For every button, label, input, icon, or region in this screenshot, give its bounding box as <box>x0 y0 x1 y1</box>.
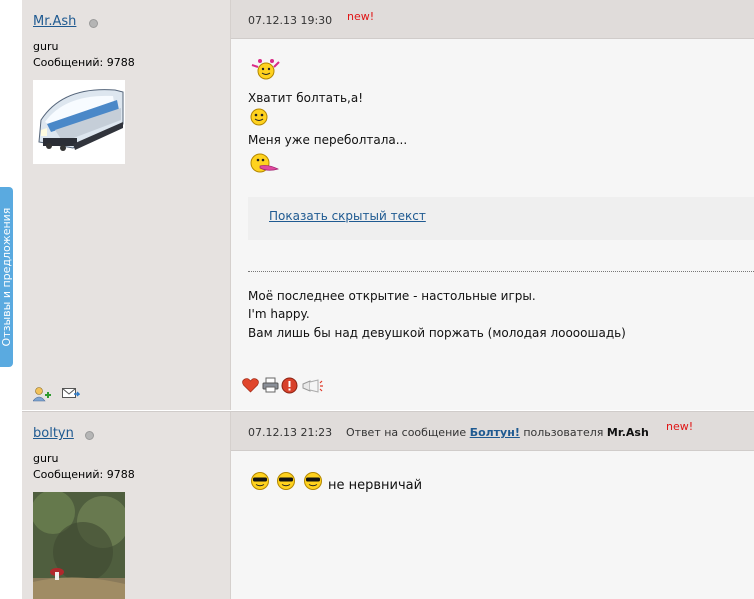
message-panel: 07.12.13 21:23 Ответ на сообщение Болтун… <box>231 412 754 599</box>
new-badge: new! <box>347 10 375 23</box>
quote-icon[interactable] <box>301 379 323 396</box>
dancing-smiley-icon <box>250 57 280 84</box>
report-icon[interactable] <box>281 377 298 397</box>
new-badge: new! <box>666 420 694 433</box>
reply-message-link[interactable]: Болтун! <box>470 426 520 439</box>
reply-prefix: Ответ на сообщение <box>346 426 467 439</box>
signature-line: Моё последнее открытие - настольные игры… <box>248 289 536 303</box>
feedback-tab-label: Отзывы и предложения <box>0 207 13 347</box>
message-header: 07.12.13 19:30 new! <box>231 0 754 39</box>
signature-divider <box>248 271 754 272</box>
reply-info: Ответ на сообщение Болтун! пользователя … <box>346 426 649 439</box>
post-text-line: Хватит болтать,а! <box>248 91 364 105</box>
author-name-link[interactable]: Mr.Ash <box>33 14 76 29</box>
author-rank: guru <box>33 40 59 53</box>
message-panel: 07.12.13 19:30 new! Хватит болтать,а! Ме… <box>231 0 754 410</box>
offline-status-icon <box>85 431 94 440</box>
author-panel: Mr.Ash guru Сообщений: 9788 <box>22 0 231 410</box>
post-1: Mr.Ash guru Сообщений: 9788 07.12.13 19:… <box>22 0 754 410</box>
tongue-smiley-icon <box>250 152 280 177</box>
signature-line: I'm happy. <box>248 307 310 321</box>
author-message-count: Сообщений: 9788 <box>33 468 135 481</box>
sunglasses-smiley-icon <box>250 471 270 494</box>
author-panel: boltyn guru Сообщений: 9788 <box>22 412 231 599</box>
sunglasses-smiley-icon <box>276 471 296 494</box>
message-header: 07.12.13 21:23 Ответ на сообщение Болтун… <box>231 412 754 451</box>
author-rank: guru <box>33 452 59 465</box>
sunglasses-smiley-icon <box>303 471 323 494</box>
reply-mid: пользователя <box>523 426 604 439</box>
reply-user: Mr.Ash <box>606 426 649 439</box>
post-date: 07.12.13 19:30 <box>248 14 333 27</box>
post-text-line: Меня уже переболтала... <box>248 133 408 147</box>
avatar <box>33 492 125 599</box>
author-name-link[interactable]: boltyn <box>33 426 74 441</box>
avatar <box>33 80 125 164</box>
send-message-icon[interactable] <box>62 386 81 404</box>
feedback-side-tab[interactable]: Отзывы и предложения <box>0 187 13 367</box>
signature-line: Вам лишь бы над девушкой поржать (молода… <box>248 326 626 340</box>
add-friend-icon[interactable] <box>32 386 51 405</box>
forum-thread: Mr.Ash guru Сообщений: 9788 07.12.13 19:… <box>22 0 754 599</box>
smiley-icon <box>250 108 268 129</box>
offline-status-icon <box>89 19 98 28</box>
show-hidden-text-link[interactable]: Показать скрытый текст <box>269 209 426 223</box>
post-2: boltyn guru Сообщений: 9788 07.12.13 21:… <box>22 411 754 599</box>
post-text-line: не нервничай <box>328 478 423 493</box>
print-icon[interactable] <box>262 377 279 396</box>
post-date: 07.12.13 21:23 <box>248 426 333 439</box>
like-heart-icon[interactable] <box>242 377 259 396</box>
hidden-text-box: Показать скрытый текст <box>248 197 754 240</box>
author-message-count: Сообщений: 9788 <box>33 56 135 69</box>
